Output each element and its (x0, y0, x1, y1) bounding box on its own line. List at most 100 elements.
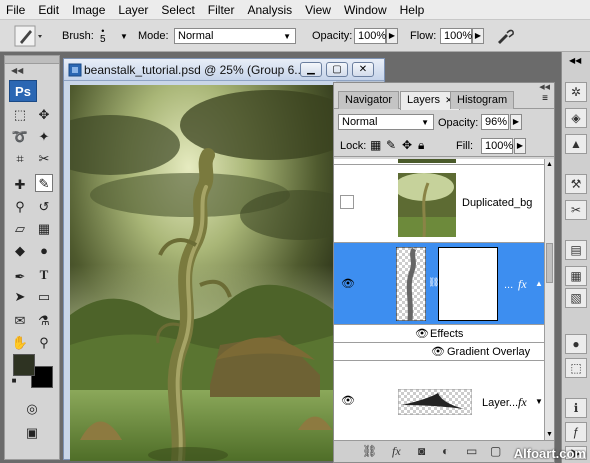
toolbox-grip[interactable] (5, 56, 59, 64)
layer-row-layer[interactable]: 👁︎ Layer... fx ▼ (334, 361, 544, 441)
histogram-icon[interactable]: ▲ (565, 134, 587, 154)
layer-name[interactable]: ... (504, 279, 513, 291)
scroll-thumb[interactable] (546, 243, 553, 283)
add-style-icon[interactable]: fx (392, 444, 401, 459)
canvas[interactable] (70, 85, 334, 461)
slice-tool-icon[interactable]: ✂ (35, 150, 53, 168)
lock-transparency-icon[interactable]: ▦ (370, 138, 381, 152)
tab-histogram[interactable]: Histogram (450, 91, 515, 109)
scroll-down-icon[interactable]: ▼ (546, 431, 553, 438)
actions-icon[interactable]: ƒ (565, 422, 587, 442)
dodge-tool-icon[interactable]: ● (35, 242, 53, 260)
pen-tool-icon[interactable]: ✒ (11, 268, 29, 286)
flow-slider-button[interactable]: ▶ (472, 28, 484, 44)
type-tool-icon[interactable]: T (35, 266, 53, 284)
styles-icon[interactable]: ▧ (565, 288, 587, 308)
menu-edit[interactable]: Edit (38, 3, 59, 17)
zoom-tool-icon[interactable]: ⚲ (35, 334, 53, 352)
fill-input[interactable]: 100% (481, 138, 513, 154)
layer-name[interactable]: Layer... (482, 397, 518, 409)
path-selection-tool-icon[interactable]: ➤ (11, 288, 29, 306)
layer-row-duplicated-bg[interactable]: Duplicated_bg (334, 165, 544, 243)
effect-item-row[interactable]: 👁︎ Gradient Overlay (334, 343, 544, 361)
blur-tool-icon[interactable]: ◆ (11, 242, 29, 260)
eye-icon[interactable]: 👁︎ (340, 278, 356, 290)
fx-icon[interactable]: fx (518, 395, 527, 410)
layer-opacity-input[interactable]: 96% (481, 114, 509, 130)
visibility-toggle[interactable] (340, 195, 354, 209)
lock-image-icon[interactable]: ✎ (386, 138, 396, 152)
minimize-button[interactable]: ▁ (300, 62, 322, 77)
eyedropper-tool-icon[interactable]: ⚗ (35, 312, 53, 330)
menu-filter[interactable]: Filter (208, 3, 235, 17)
rectangle-tool-icon[interactable]: ▭ (35, 288, 53, 306)
tab-navigator[interactable]: Navigator (338, 91, 400, 109)
effects-row[interactable]: 👁︎ Effects (334, 325, 544, 343)
navigator-icon[interactable]: ✲ (565, 82, 587, 102)
maximize-button[interactable]: ▢ (326, 62, 348, 77)
eraser-tool-icon[interactable]: ▱ (11, 220, 29, 238)
menu-analysis[interactable]: Analysis (247, 3, 292, 17)
healing-brush-tool-icon[interactable]: ✚ (11, 176, 29, 194)
add-mask-icon[interactable]: ◙ (418, 444, 425, 458)
layers-icon[interactable]: ◈ (565, 108, 587, 128)
menu-help[interactable]: Help (400, 3, 425, 17)
expand-effects-icon[interactable]: ▼ (535, 397, 543, 406)
hand-tool-icon[interactable]: ✋ (11, 334, 29, 352)
clone-stamp-tool-icon[interactable]: ⚲ (11, 198, 29, 216)
opacity-slider-button[interactable]: ▶ (386, 28, 398, 44)
link-layers-icon[interactable]: ⛓ (362, 444, 377, 458)
menu-file[interactable]: File (6, 3, 25, 17)
fx-icon[interactable]: fx (518, 277, 527, 292)
info-icon[interactable]: ℹ (565, 398, 587, 418)
collapse-icon[interactable]: ◀◀ (11, 66, 23, 75)
foreground-color-swatch[interactable] (13, 354, 35, 376)
brushes-icon[interactable]: ✂ (565, 200, 587, 220)
airbrush-icon[interactable] (495, 26, 517, 46)
color-icon[interactable]: ▤ (565, 240, 587, 260)
channels-icon[interactable]: ● (565, 334, 587, 354)
menu-select[interactable]: Select (161, 3, 194, 17)
crop-tool-icon[interactable]: ⌗ (11, 150, 29, 168)
move-tool-icon[interactable]: ✥ (35, 106, 53, 124)
close-button[interactable]: ✕ (352, 62, 374, 77)
brush-dropdown-icon[interactable]: ▼ (120, 32, 128, 41)
default-colors-icon[interactable]: ■ (9, 376, 19, 386)
blend-mode-select[interactable]: Normal ▼ (338, 114, 434, 130)
menu-window[interactable]: Window (344, 3, 387, 17)
history-brush-tool-icon[interactable]: ↺ (35, 198, 53, 216)
screen-mode-icon[interactable]: ▣ (21, 424, 43, 442)
swatches-icon[interactable]: ▦ (565, 266, 587, 286)
eye-icon[interactable]: 👁︎ (430, 346, 446, 358)
lock-all-icon[interactable]: 🔒︎ (418, 138, 424, 153)
menu-view[interactable]: View (305, 3, 331, 17)
new-layer-icon[interactable]: ▢ (490, 444, 501, 458)
menu-image[interactable]: Image (72, 3, 105, 17)
mode-select[interactable]: Normal ▼ (174, 28, 296, 44)
new-group-icon[interactable]: ▭ (466, 444, 477, 458)
layers-scrollbar[interactable]: ▲ ▼ (544, 159, 554, 440)
tool-presets-icon[interactable]: ⚒ (565, 174, 587, 194)
layer-row-selected[interactable]: 👁︎ ⛓ ... fx ▲ (334, 243, 544, 325)
brush-tool-icon[interactable]: ✎ (35, 174, 53, 192)
tool-preset-picker[interactable] (14, 20, 44, 52)
expand-effects-icon[interactable]: ▲ (535, 279, 543, 288)
gradient-tool-icon[interactable]: ▦ (35, 220, 53, 238)
document-titlebar[interactable]: beanstalk_tutorial.psd @ 25% (Group 6...… (64, 59, 384, 81)
layer-name[interactable]: Duplicated_bg (462, 197, 532, 209)
fill-slider-button[interactable]: ▶ (514, 138, 526, 154)
quick-mask-icon[interactable]: ◎ (21, 400, 43, 418)
marquee-tool-icon[interactable]: ⬚ (11, 106, 29, 124)
notes-tool-icon[interactable]: ✉ (11, 312, 29, 330)
flow-input[interactable]: 100% (440, 28, 472, 44)
lock-position-icon[interactable]: ✥ (402, 138, 412, 152)
brush-size-picker[interactable]: • 5 (100, 20, 106, 52)
menu-layer[interactable]: Layer (118, 3, 148, 17)
adjustment-layer-icon[interactable]: ◐ (442, 444, 449, 458)
scroll-up-icon[interactable]: ▲ (546, 161, 553, 168)
eye-icon[interactable]: 👁︎ (414, 328, 430, 340)
lasso-tool-icon[interactable]: ➰ (11, 128, 29, 146)
paths-icon[interactable]: ⬚ (565, 358, 587, 378)
layer-opacity-slider-button[interactable]: ▶ (510, 114, 522, 130)
eye-icon[interactable]: 👁︎ (340, 395, 356, 407)
